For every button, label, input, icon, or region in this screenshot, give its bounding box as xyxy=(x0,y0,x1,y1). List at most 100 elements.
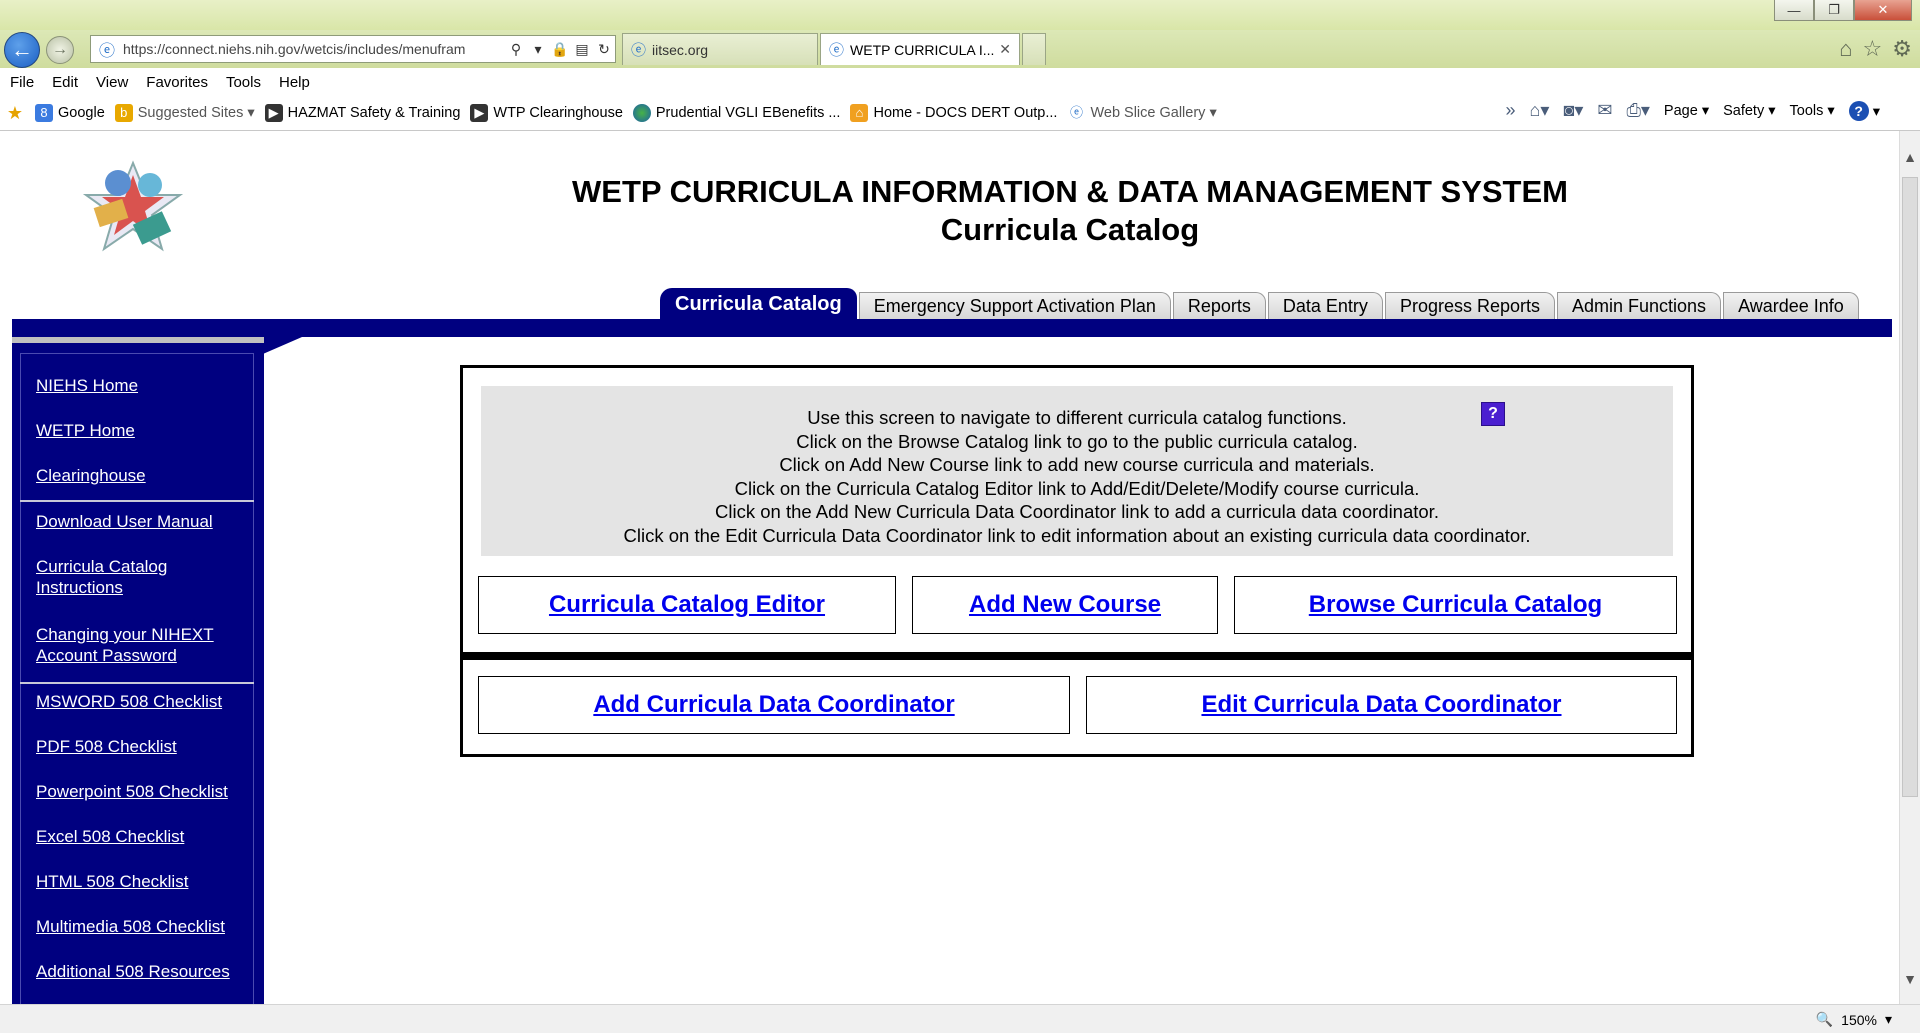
command-bar: » ⌂▾ ◙▾ ✉ ⎙▾ Page ▾ Safety ▾ Tools ▾ ? ▾ xyxy=(1506,100,1880,121)
rss-feed-icon[interactable]: ◙▾ xyxy=(1563,100,1583,121)
section-tabs: Curricula Catalog Emergency Support Acti… xyxy=(660,288,1861,319)
browser-tab-iitsec[interactable]: ⓔ iitsec.org xyxy=(622,33,818,65)
menu-favorites[interactable]: Favorites xyxy=(146,74,208,91)
lock-icon[interactable]: 🔒 xyxy=(549,41,571,58)
ie-tab-icon: ⓔ xyxy=(631,42,647,59)
add-favorite-star-icon[interactable]: ★ xyxy=(6,104,29,122)
address-url[interactable]: https://connect.niehs.nih.gov/wetcis/inc… xyxy=(123,41,505,57)
page-title: WETP CURRICULA INFORMATION & DATA MANAGE… xyxy=(572,174,1568,209)
favorite-docs-dert[interactable]: ⌂ Home - DOCS DERT Outp... xyxy=(850,104,1057,122)
sidebar-link-pdf-checklist[interactable]: PDF 508 Checklist xyxy=(36,736,177,757)
page-content: WETP CURRICULA INFORMATION & DATA MANAGE… xyxy=(0,131,1900,1004)
refresh-icon[interactable]: ↻ xyxy=(593,41,615,58)
menu-edit[interactable]: Edit xyxy=(52,74,78,91)
ie-icon: ⓔ xyxy=(1069,105,1083,120)
back-arrow-icon: ← xyxy=(11,37,33,62)
scroll-down-icon[interactable]: ▼ xyxy=(1900,969,1920,989)
edit-curricula-data-coordinator-link[interactable]: Edit Curricula Data Coordinator xyxy=(1086,676,1677,734)
tab-reports[interactable]: Reports xyxy=(1172,292,1266,319)
help-menu[interactable]: ? ▾ xyxy=(1848,100,1880,121)
instruction-line: Click on the Browse Catalog link to go t… xyxy=(796,430,1358,452)
compatibility-view-icon[interactable]: ▤ xyxy=(571,41,593,58)
sidebar-link-html-checklist[interactable]: HTML 508 Checklist xyxy=(36,871,188,892)
tab-emergency-support[interactable]: Emergency Support Activation Plan xyxy=(858,292,1171,319)
safety-menu[interactable]: Safety ▾ xyxy=(1723,103,1775,119)
sidebar-link-wetp-home[interactable]: WETP Home xyxy=(36,420,135,441)
curricula-catalog-editor-link[interactable]: Curricula Catalog Editor xyxy=(478,576,896,634)
page-icon: ▶ xyxy=(264,104,283,122)
google-icon: 8 xyxy=(35,104,53,122)
favorite-web-slice-gallery[interactable]: ⓔ Web Slice Gallery ▾ xyxy=(1067,104,1217,122)
search-icon[interactable]: ⚲ xyxy=(505,41,527,58)
menu-view[interactable]: View xyxy=(96,74,128,91)
tab-label: WETP CURRICULA I... xyxy=(850,41,995,58)
add-curricula-data-coordinator-link[interactable]: Add Curricula Data Coordinator xyxy=(478,676,1070,734)
home-icon[interactable]: ⌂ xyxy=(1839,36,1852,62)
menu-tools[interactable]: Tools xyxy=(226,74,261,91)
menu-help[interactable]: Help xyxy=(279,74,310,91)
instruction-line: Click on the Curricula Catalog Editor li… xyxy=(734,477,1420,499)
status-bar: 🔍 150% ▾ xyxy=(0,1004,1920,1033)
sidebar-link-powerpoint-checklist[interactable]: Powerpoint 508 Checklist xyxy=(36,781,228,802)
dropdown-arrow-icon[interactable]: ▾ xyxy=(527,41,549,58)
minimize-button[interactable]: — xyxy=(1774,0,1814,21)
sidebar: NIEHS Home WETP Home Clearinghouse Downl… xyxy=(12,337,264,1004)
mail-icon[interactable]: ✉ xyxy=(1597,100,1612,121)
more-chevron-icon[interactable]: » xyxy=(1506,100,1516,121)
tab-awardee-info[interactable]: Awardee Info xyxy=(1723,292,1859,319)
favorite-hazmat[interactable]: ▶ HAZMAT Safety & Training xyxy=(264,104,460,122)
page-icon: ▶ xyxy=(470,104,489,122)
close-tab-icon[interactable]: ✕ xyxy=(999,41,1011,58)
forward-arrow-icon: → xyxy=(52,41,68,58)
forward-button[interactable]: → xyxy=(46,36,74,64)
sidebar-link-user-manual[interactable]: Download User Manual xyxy=(36,511,213,532)
back-button[interactable]: ← xyxy=(4,32,40,68)
zoom-dropdown-icon[interactable]: ▾ xyxy=(1885,1011,1892,1028)
tab-admin-functions[interactable]: Admin Functions xyxy=(1557,292,1722,319)
sidebar-link-additional-resources[interactable]: Additional 508 Resources xyxy=(36,961,230,982)
tab-data-entry[interactable]: Data Entry xyxy=(1267,292,1383,319)
print-icon[interactable]: ⎙▾ xyxy=(1626,100,1649,121)
instruction-line: Click on the Edit Curricula Data Coordin… xyxy=(623,524,1531,546)
maximize-button[interactable]: ❐ xyxy=(1814,0,1854,21)
tab-progress-reports[interactable]: Progress Reports xyxy=(1384,292,1555,319)
favorite-google[interactable]: 8 Google xyxy=(35,104,105,122)
zoom-control[interactable]: 🔍 150% ▾ xyxy=(1816,1011,1892,1028)
vertical-scrollbar[interactable]: ▲ ▼ xyxy=(1899,131,1920,1004)
sidebar-link-msword-checklist[interactable]: MSWORD 508 Checklist xyxy=(36,691,222,712)
gear-icon[interactable]: ⚙ xyxy=(1892,36,1912,62)
bing-icon: b xyxy=(114,104,133,122)
help-question-icon[interactable]: ? xyxy=(1481,402,1505,426)
page-menu[interactable]: Page ▾ xyxy=(1664,103,1709,119)
new-tab-button[interactable] xyxy=(1022,33,1046,65)
menu-bar: File Edit View Favorites Tools Help xyxy=(0,68,1920,96)
sidebar-link-excel-checklist[interactable]: Excel 508 Checklist xyxy=(36,826,184,847)
menu-file[interactable]: File xyxy=(10,74,34,91)
sidebar-link-change-password[interactable]: Changing your NIHEXT Account Password xyxy=(36,624,246,666)
sidebar-link-clearinghouse[interactable]: Clearinghouse xyxy=(36,465,146,486)
page-heading: WETP CURRICULA INFORMATION & DATA MANAGE… xyxy=(380,173,1760,249)
close-window-button[interactable]: ✕ xyxy=(1854,0,1912,21)
window-titlebar: — ❐ ✕ xyxy=(0,0,1920,30)
scrollbar-thumb[interactable] xyxy=(1902,177,1918,797)
add-new-course-link[interactable]: Add New Course xyxy=(912,576,1218,634)
sidebar-divider xyxy=(20,682,254,684)
sidebar-link-catalog-instructions[interactable]: Curricula Catalog Instructions xyxy=(36,556,236,598)
tools-menu[interactable]: Tools ▾ xyxy=(1790,103,1835,119)
favorites-star-icon[interactable]: ☆ xyxy=(1863,36,1883,62)
header-bar xyxy=(12,319,1892,337)
zoom-level: 150% xyxy=(1841,1011,1877,1028)
home-icon[interactable]: ⌂▾ xyxy=(1530,100,1550,121)
tab-curricula-catalog[interactable]: Curricula Catalog xyxy=(660,288,857,319)
favorite-suggested-sites[interactable]: b Suggested Sites ▾ xyxy=(114,104,255,122)
scroll-up-icon[interactable]: ▲ xyxy=(1900,147,1920,167)
browse-curricula-catalog-link[interactable]: Browse Curricula Catalog xyxy=(1234,576,1677,634)
browser-tab-wetp[interactable]: ⓔ WETP CURRICULA I... ✕ xyxy=(820,33,1020,65)
favorite-prudential[interactable]: Prudential VGLI EBenefits ... xyxy=(632,104,840,122)
sidebar-link-multimedia-checklist[interactable]: Multimedia 508 Checklist xyxy=(36,916,225,937)
sidebar-link-niehs-home[interactable]: NIEHS Home xyxy=(36,375,138,396)
address-bar[interactable]: ⓔ https://connect.niehs.nih.gov/wetcis/i… xyxy=(90,35,616,63)
instruction-line: Click on the Add New Curricula Data Coor… xyxy=(715,501,1439,522)
tab-label: iitsec.org xyxy=(652,41,709,58)
favorite-wtp-clearinghouse[interactable]: ▶ WTP Clearinghouse xyxy=(470,104,623,122)
